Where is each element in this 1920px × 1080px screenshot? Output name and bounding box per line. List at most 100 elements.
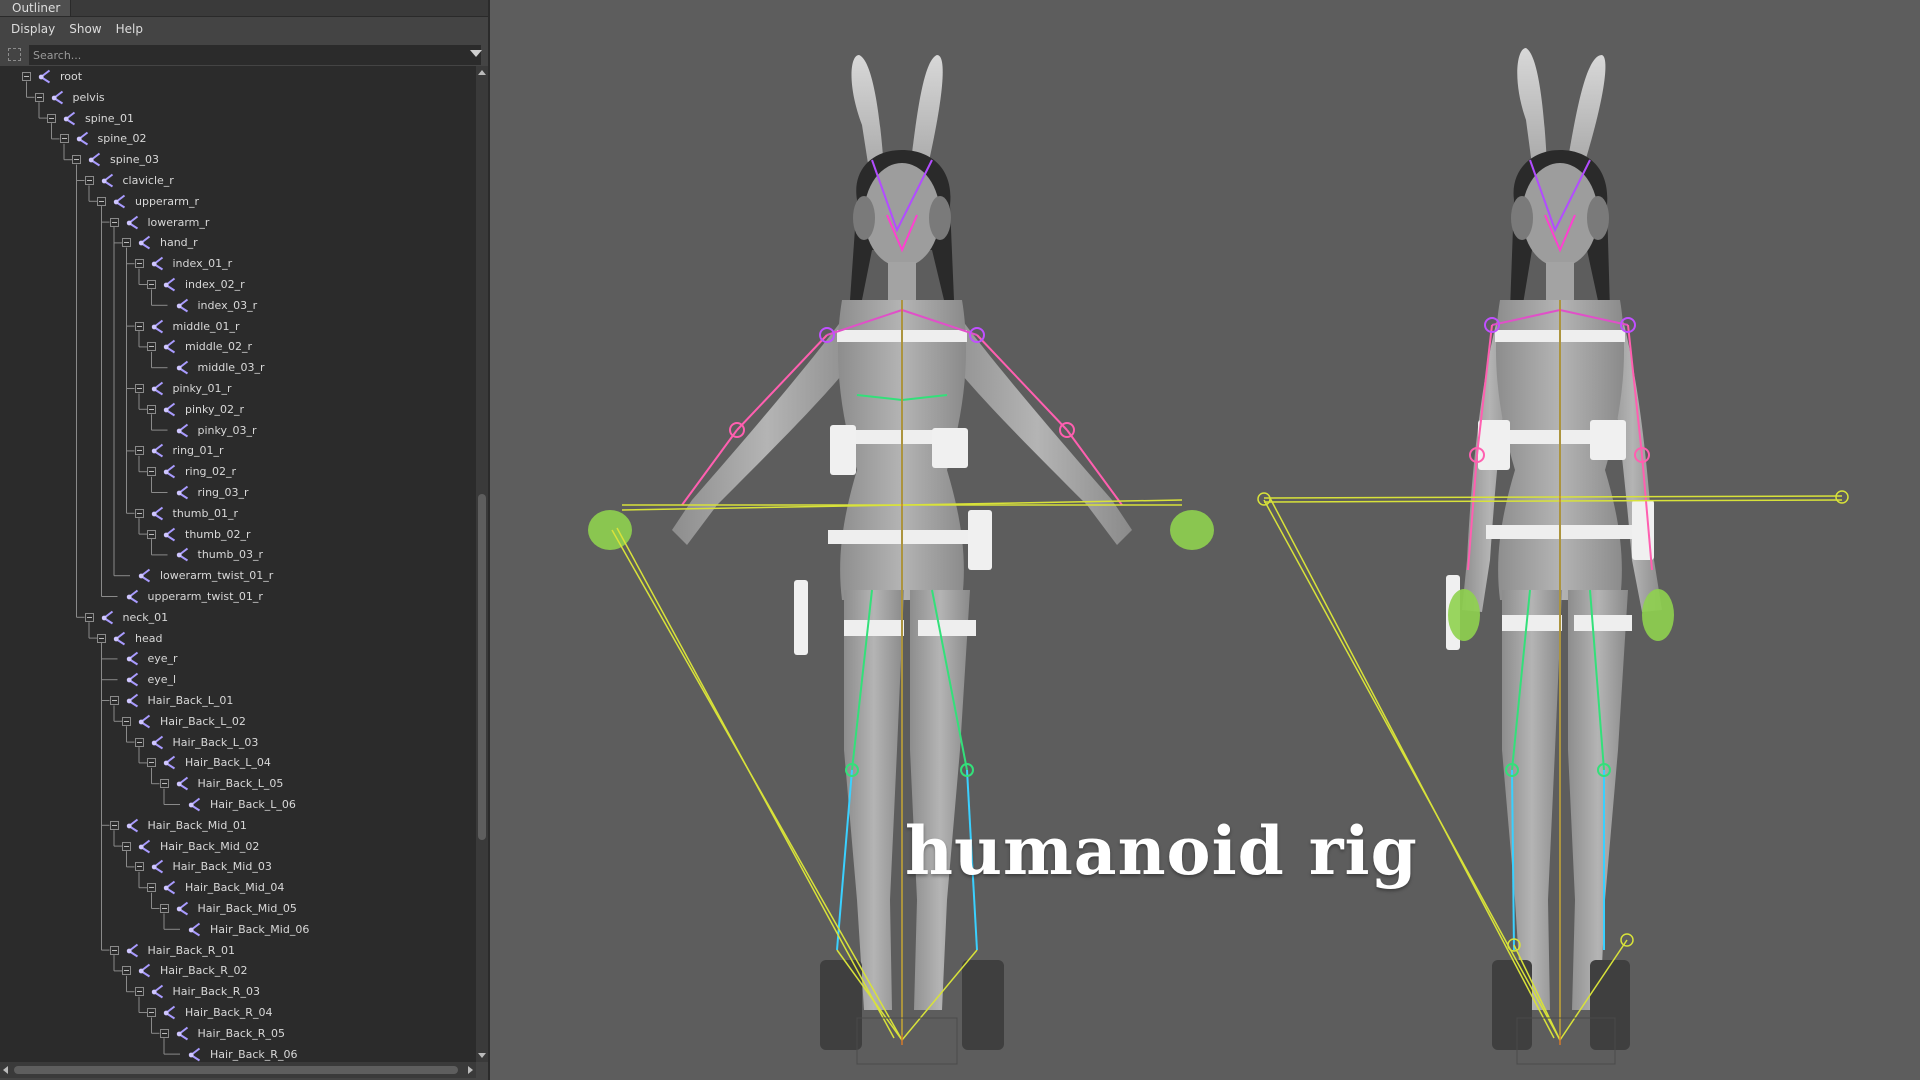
scroll-right-icon[interactable] — [468, 1066, 473, 1074]
panel-title-tab[interactable]: Outliner — [0, 0, 72, 16]
outliner-item-neck-01[interactable]: neck_01 — [84, 607, 168, 628]
collapse-toggle-icon[interactable] — [84, 176, 94, 185]
outliner-item-middle-02-r[interactable]: middle_02_r — [147, 336, 252, 357]
outliner-item-thumb-03-r[interactable]: thumb_03_r — [160, 544, 263, 565]
outliner-item-ring-02-r[interactable]: ring_02_r — [147, 461, 236, 482]
outliner-item-hand-r[interactable]: hand_r — [122, 232, 198, 253]
menu-show[interactable]: Show — [62, 17, 108, 41]
scroll-left-icon[interactable] — [3, 1066, 8, 1074]
collapse-toggle-icon[interactable] — [109, 820, 119, 830]
outliner-item-hair-back-mid-06[interactable]: Hair_Back_Mid_06 — [172, 919, 309, 940]
outliner-item-spine-03[interactable]: spine_03 — [72, 149, 159, 170]
collapse-toggle-icon[interactable] — [109, 217, 119, 227]
chevron-down-icon[interactable] — [470, 50, 482, 57]
outliner-item-spine-01[interactable]: spine_01 — [47, 108, 134, 129]
outliner-item-upperarm-r[interactable]: upperarm_r — [97, 191, 199, 212]
horizontal-scroll-thumb[interactable] — [14, 1066, 458, 1074]
collapse-toggle-icon[interactable] — [159, 904, 169, 913]
menu-display[interactable]: Display — [4, 17, 62, 41]
collapse-toggle-icon[interactable] — [147, 883, 156, 893]
outliner-item-hair-back-r-04[interactable]: Hair_Back_R_04 — [147, 1002, 272, 1023]
collapse-toggle-icon[interactable] — [109, 696, 119, 705]
outliner-item-pelvis[interactable]: pelvis — [34, 87, 105, 108]
collapse-toggle-icon[interactable] — [159, 779, 169, 789]
outliner-item-eye-l[interactable]: eye_l — [110, 669, 176, 690]
collapse-toggle-icon[interactable] — [122, 966, 131, 976]
outliner-item-hair-back-mid-04[interactable]: Hair_Back_Mid_04 — [147, 877, 284, 898]
scroll-up-icon[interactable] — [478, 70, 486, 75]
outliner-item-index-01-r[interactable]: index_01_r — [134, 253, 232, 274]
outliner-item-spine-02[interactable]: spine_02 — [59, 128, 147, 149]
outliner-item-hair-back-mid-01[interactable]: Hair_Back_Mid_01 — [109, 815, 247, 836]
collapse-toggle-icon[interactable] — [109, 945, 119, 955]
collapse-toggle-icon[interactable] — [134, 987, 144, 997]
collapse-toggle-icon[interactable] — [122, 841, 131, 851]
vertical-scroll-thumb[interactable] — [478, 494, 486, 840]
outliner-item-hair-back-l-05[interactable]: Hair_Back_L_05 — [159, 773, 283, 794]
collapse-toggle-icon[interactable] — [97, 633, 106, 643]
collapse-toggle-icon[interactable] — [134, 508, 144, 518]
collapse-toggle-icon[interactable] — [147, 1008, 156, 1017]
outliner-item-hair-back-l-01[interactable]: Hair_Back_L_01 — [109, 690, 233, 711]
collapse-toggle-icon[interactable] — [147, 342, 156, 352]
collapse-toggle-icon[interactable] — [97, 196, 106, 206]
outliner-item-thumb-02-r[interactable]: thumb_02_r — [147, 524, 250, 545]
figure-a-pose[interactable] — [588, 55, 1214, 1065]
outliner-item-hair-back-r-03[interactable]: Hair_Back_R_03 — [134, 981, 260, 1002]
outliner-item-index-02-r[interactable]: index_02_r — [147, 274, 245, 295]
outliner-item-hair-back-l-02[interactable]: Hair_Back_L_02 — [122, 711, 246, 732]
collapse-toggle-icon[interactable] — [134, 384, 144, 393]
collapse-toggle-icon[interactable] — [122, 238, 131, 248]
outliner-item-hair-back-mid-02[interactable]: Hair_Back_Mid_02 — [122, 836, 259, 857]
collapse-toggle-icon[interactable] — [134, 862, 144, 872]
outliner-item-hair-back-l-04[interactable]: Hair_Back_L_04 — [147, 752, 271, 773]
outliner-item-head[interactable]: head — [97, 628, 162, 649]
collapse-toggle-icon[interactable] — [84, 612, 94, 622]
collapse-toggle-icon[interactable] — [134, 446, 144, 456]
outliner-item-pinky-02-r[interactable]: pinky_02_r — [147, 399, 244, 420]
outliner-item-root[interactable]: root — [22, 66, 82, 87]
outliner-item-hair-back-l-06[interactable]: Hair_Back_L_06 — [172, 794, 296, 815]
outliner-item-lowerarm-r[interactable]: lowerarm_r — [109, 212, 209, 233]
collapse-toggle-icon[interactable] — [159, 1028, 169, 1038]
collapse-toggle-icon[interactable] — [59, 134, 69, 144]
collapse-toggle-icon[interactable] — [134, 737, 144, 747]
collapse-toggle-icon[interactable] — [72, 155, 81, 165]
menu-help[interactable]: Help — [109, 17, 150, 41]
collapse-toggle-icon[interactable] — [147, 404, 156, 414]
outliner-item-hair-back-mid-05[interactable]: Hair_Back_Mid_05 — [159, 898, 297, 919]
outliner-item-clavicle-r[interactable]: clavicle_r — [84, 170, 174, 191]
outliner-item-index-03-r[interactable]: index_03_r — [160, 295, 257, 316]
collapse-toggle-icon[interactable] — [47, 113, 56, 123]
collapse-toggle-icon[interactable] — [134, 321, 144, 331]
outliner-item-hair-back-r-05[interactable]: Hair_Back_R_05 — [159, 1023, 285, 1044]
outliner-item-hair-back-r-02[interactable]: Hair_Back_R_02 — [122, 960, 247, 981]
collapse-toggle-icon[interactable] — [34, 92, 44, 102]
scroll-down-icon[interactable] — [478, 1053, 486, 1058]
collapse-toggle-icon[interactable] — [134, 259, 144, 269]
collapse-toggle-icon[interactable] — [147, 529, 156, 539]
outliner-item-lowerarm-twist-01-r[interactable]: lowerarm_twist_01_r — [122, 565, 273, 586]
outliner-item-hair-back-l-03[interactable]: Hair_Back_L_03 — [134, 732, 258, 753]
outliner-item-upperarm-twist-01-r[interactable]: upperarm_twist_01_r — [110, 586, 263, 607]
collapse-toggle-icon[interactable] — [122, 716, 131, 726]
outliner-item-thumb-01-r[interactable]: thumb_01_r — [134, 503, 238, 524]
outliner-item-eye-r[interactable]: eye_r — [110, 648, 178, 669]
outliner-item-pinky-03-r[interactable]: pinky_03_r — [160, 420, 257, 441]
figure-rest-pose[interactable] — [1257, 48, 1849, 1065]
outliner-item-ring-03-r[interactable]: ring_03_r — [160, 482, 249, 503]
outliner-item-hair-back-mid-03[interactable]: Hair_Back_Mid_03 — [134, 856, 272, 877]
search-input[interactable] — [29, 45, 481, 65]
outliner-item-middle-03-r[interactable]: middle_03_r — [160, 357, 265, 378]
outliner-item-hair-back-r-06[interactable]: Hair_Back_R_06 — [172, 1044, 297, 1062]
horizontal-scrollbar[interactable] — [0, 1062, 476, 1078]
collapse-toggle-icon[interactable] — [147, 280, 156, 289]
outliner-item-hair-back-r-01[interactable]: Hair_Back_R_01 — [109, 940, 235, 961]
collapse-toggle-icon[interactable] — [22, 72, 31, 81]
outliner-item-ring-01-r[interactable]: ring_01_r — [134, 440, 224, 461]
outliner-item-middle-01-r[interactable]: middle_01_r — [134, 316, 240, 337]
outliner-item-pinky-01-r[interactable]: pinky_01_r — [134, 378, 232, 399]
vertical-scrollbar[interactable] — [476, 66, 488, 1062]
3d-viewport[interactable]: humanoid rig — [492, 0, 1920, 1080]
select-icon[interactable] — [7, 47, 23, 63]
